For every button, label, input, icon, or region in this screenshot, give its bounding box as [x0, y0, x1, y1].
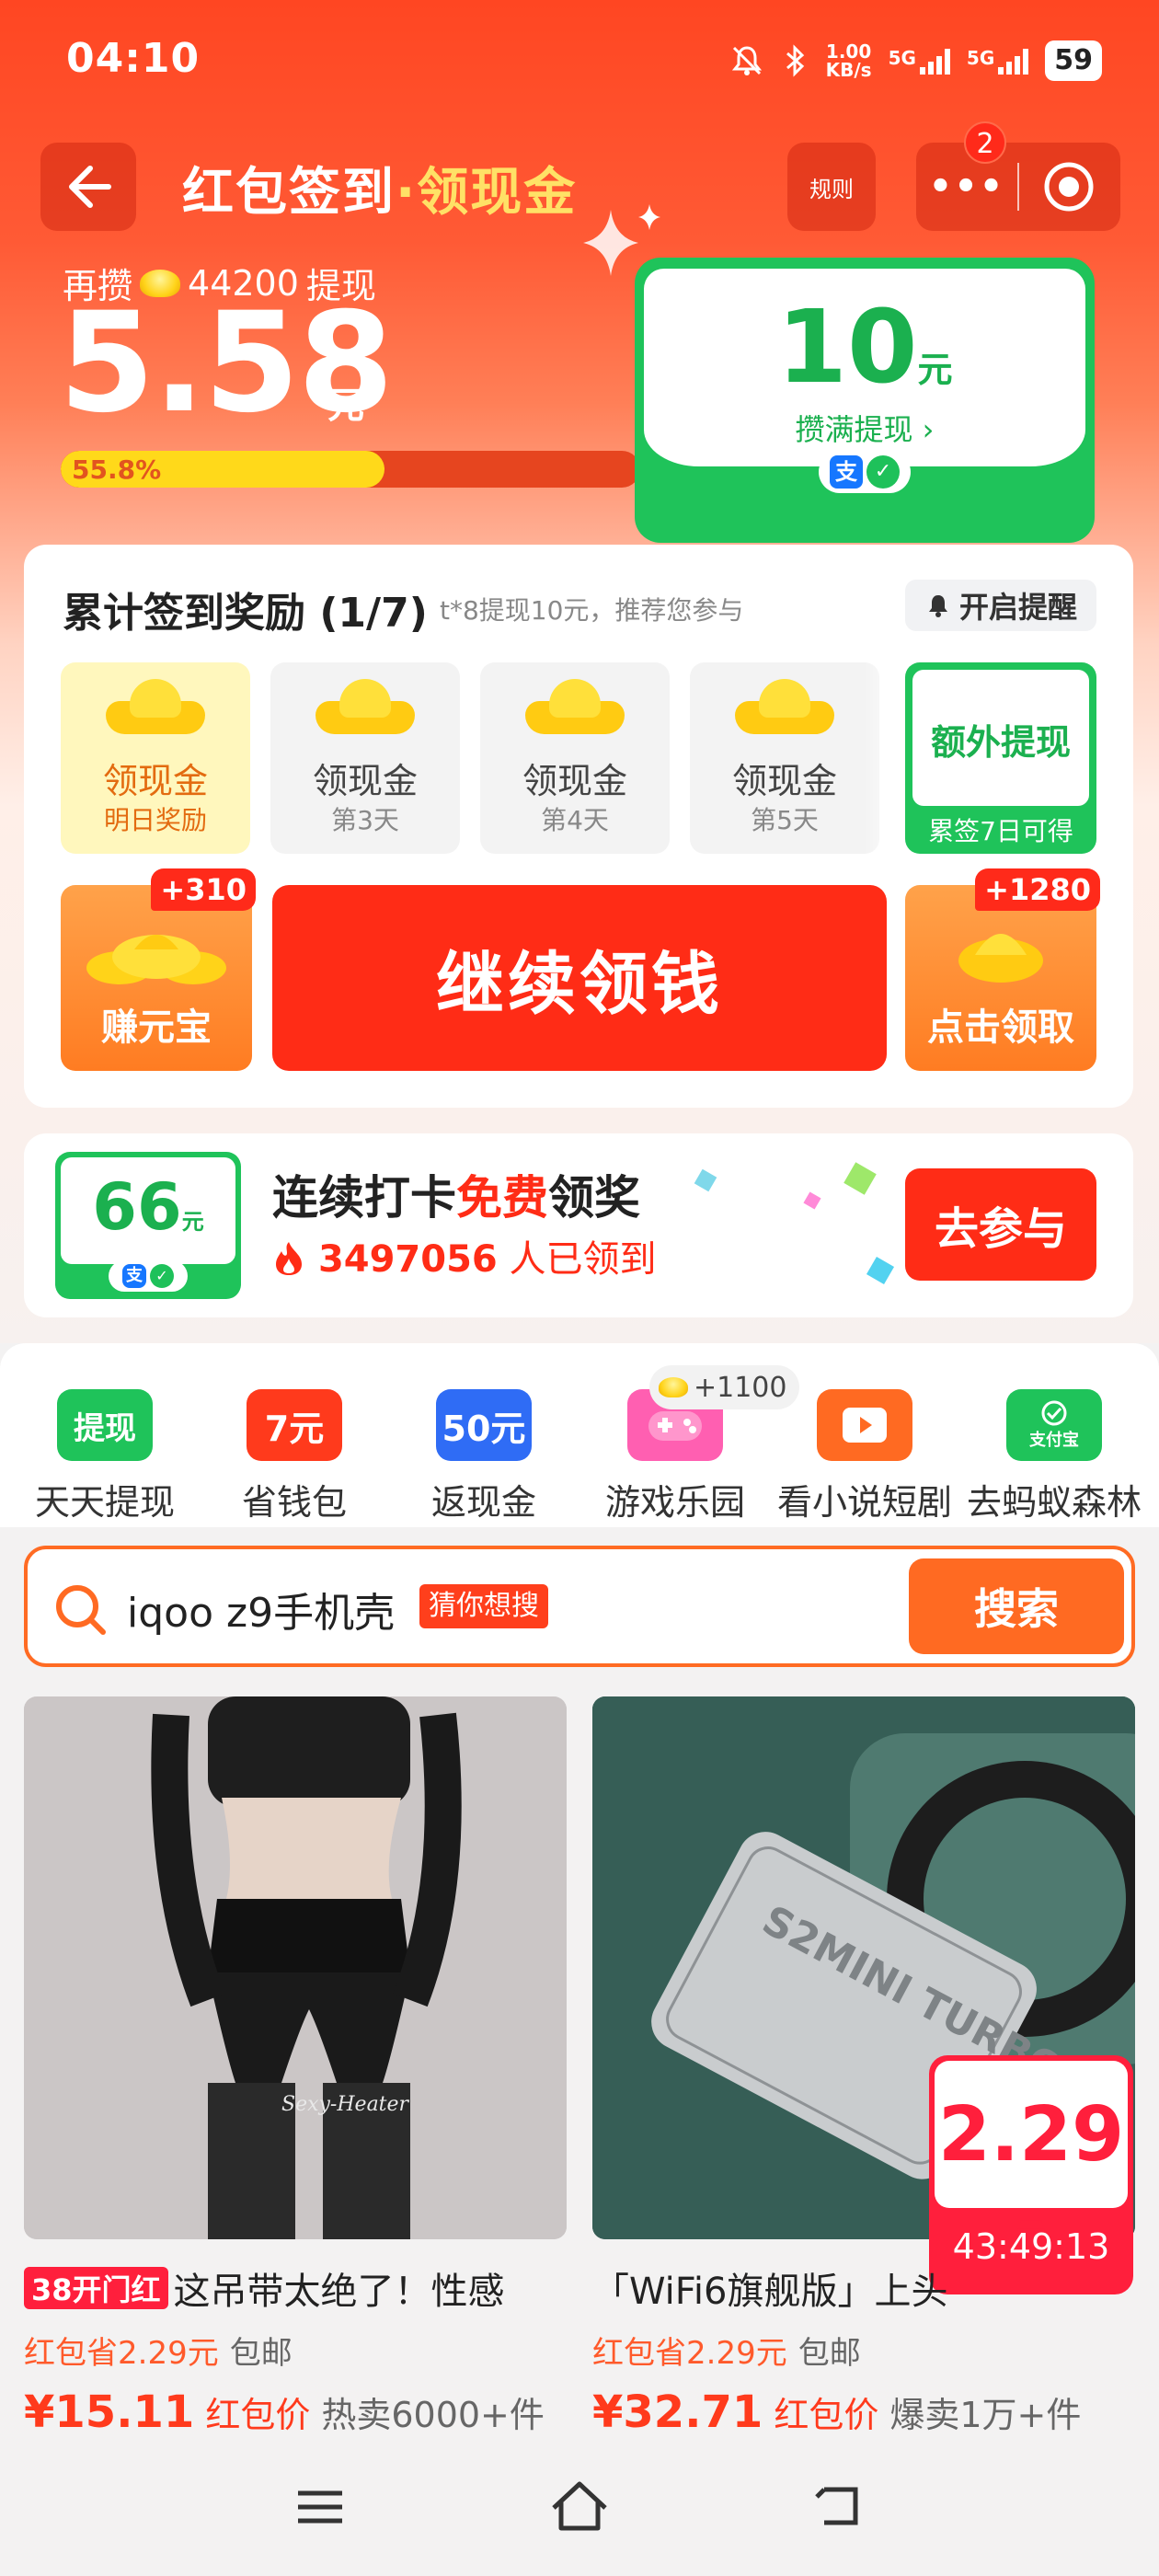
signin-day-tile[interactable]: 领现金 第5天 — [690, 662, 879, 854]
goal-card-inner: 10元 攒满提现 › — [644, 269, 1085, 466]
ticket-amount: 66元 — [92, 1169, 204, 1245]
signin-title: 累计签到奖励 (1/7) — [63, 590, 428, 637]
gold-ingot-icon — [106, 679, 205, 734]
click-claim-button[interactable]: 点击领取 +1280 — [905, 868, 1100, 1071]
wallet-icon: 7元 — [247, 1389, 342, 1461]
play-video-icon — [817, 1389, 912, 1461]
guess-search-tag: 猜你想搜 — [419, 1584, 548, 1628]
search-button[interactable]: 搜索 — [909, 1558, 1124, 1654]
streak-reward-ticket: 66元 支 ✓ — [55, 1152, 241, 1299]
gold-ingot-icon — [659, 1377, 688, 1397]
earn-ingot-button[interactable]: 赚元宝 +310 — [61, 868, 256, 1071]
claim-bonus-badge: +1280 — [975, 868, 1100, 911]
bell-icon — [928, 595, 947, 617]
signin-day-tile[interactable]: 领现金 第3天 — [270, 662, 460, 854]
goal-card[interactable]: 10元 攒满提现 › 支 ✓ — [635, 258, 1095, 543]
rules-button[interactable]: 规则 — [787, 143, 876, 231]
wechat-pay-icon: ✓ — [866, 455, 900, 489]
withdraw-progress-bar: 55.8% — [61, 451, 640, 488]
earn-bonus-badge: +310 — [151, 868, 256, 911]
join-button[interactable]: 去参与 — [905, 1168, 1096, 1281]
extra-withdraw-tile[interactable]: 额外提现 累签7日可得 — [905, 662, 1096, 854]
gold-ingot-icon — [316, 679, 415, 734]
signal-icon-sim1: 5G — [889, 47, 950, 75]
gold-ingot-icon — [958, 934, 1043, 983]
search-icon — [56, 1585, 106, 1635]
shortcut-cashback[interactable]: 50元 返现金 — [392, 1389, 576, 1524]
shortcut-daily-withdraw[interactable]: 提现 天天提现 — [13, 1389, 197, 1524]
battery-indicator: 59 — [1045, 40, 1102, 81]
network-speed: 1.00 KB/s — [825, 40, 872, 81]
gold-ingot-icon — [735, 679, 834, 734]
streak-title: 连续打卡免费领奖 — [272, 1171, 640, 1225]
extra-withdraw-sub: 累签7日可得 — [928, 816, 1073, 846]
streak-participant-count: 3497056 人已领到 — [272, 1229, 656, 1282]
home-icon[interactable] — [546, 2477, 613, 2536]
page-title: 红包签到·领现金 — [182, 163, 578, 223]
svg-text:Sexy-Heater: Sexy-Heater — [281, 2093, 410, 2116]
more-menu-button[interactable]: ••• — [916, 166, 1017, 208]
product-title[interactable]: 「WiFi6旗舰版」上头 — [592, 2261, 1135, 2315]
signal-icon-sim2: 5G — [967, 47, 1029, 75]
back-button[interactable] — [40, 143, 136, 231]
signin-day-tile[interactable]: 领现金 第4天 — [480, 662, 670, 854]
promo-tag: 38开门红 — [24, 2267, 168, 2309]
continue-collect-button[interactable]: 继续领钱 — [272, 885, 887, 1071]
product-savings: 红包省2.29元 包邮 — [592, 2335, 861, 2372]
product-price: ¥32.71 红包价 爆卖1万+件 — [592, 2386, 1082, 2438]
mute-icon — [731, 46, 762, 75]
withdraw-calendar-icon: 提现 — [57, 1389, 153, 1461]
wechat-pay-icon: ✓ — [150, 1264, 174, 1288]
ant-forest-icon: 支付宝 — [1006, 1389, 1102, 1461]
notification-badge: 2 — [964, 121, 1006, 164]
payment-icons: 支 ✓ — [109, 1260, 188, 1292]
enable-reminder-button[interactable]: 开启提醒 — [905, 580, 1096, 631]
cashback-icon: 50元 — [436, 1389, 532, 1461]
back-nav-icon[interactable] — [809, 2480, 865, 2532]
mini-program-capsule: ••• — [916, 143, 1120, 231]
alipay-icon: 支 — [830, 455, 863, 489]
balance-unit: 元 — [327, 385, 364, 427]
status-time: 04:10 — [66, 35, 201, 82]
menu-icon[interactable] — [293, 2484, 348, 2530]
shortcut-novels-dramas[interactable]: 看小说短剧 — [773, 1389, 957, 1524]
product-image[interactable]: Sexy-Heater — [24, 1696, 567, 2239]
target-icon — [1044, 162, 1094, 212]
alipay-icon: 支 — [122, 1264, 146, 1288]
signin-day-tile[interactable]: 领现金 明日奖励 — [61, 662, 250, 854]
bluetooth-icon — [786, 44, 804, 77]
shortcut-ant-forest[interactable]: 支付宝 去蚂蚁森林 — [962, 1389, 1146, 1524]
extra-withdraw-label: 额外提现 — [930, 722, 1071, 763]
product-savings: 红包省2.29元 包邮 — [24, 2335, 293, 2372]
scroll-fade — [865, 662, 905, 854]
back-arrow-icon — [69, 166, 111, 208]
payment-icons: 支 ✓ — [819, 451, 911, 493]
progress-percent: 55.8% — [72, 454, 162, 485]
goal-amount: 10元 — [776, 288, 953, 406]
gold-ingot-pile-icon — [86, 935, 226, 984]
shortcut-savings-wallet[interactable]: 7元 省钱包 — [202, 1389, 386, 1524]
search-input[interactable]: iqoo z9手机壳 — [127, 1580, 395, 1639]
shortcut-game-park[interactable]: 游戏乐园 — [583, 1389, 767, 1524]
status-icons: 1.00 KB/s 5G 5G 59 — [729, 35, 1102, 86]
goal-subtitle: 攒满提现 › — [795, 412, 935, 447]
gold-ingot-icon — [525, 679, 625, 734]
product-photo-lingerie: Sexy-Heater — [24, 1696, 567, 2239]
countdown-price-badge: 2.29元 43:49:13 — [929, 2055, 1133, 2294]
product-price: ¥15.11 红包价 热卖6000+件 — [24, 2386, 545, 2438]
fire-icon — [276, 1242, 302, 1275]
signin-subtitle: t*8提现10元，推荐您参与 — [440, 595, 744, 626]
close-mini-program-button[interactable] — [1019, 159, 1119, 214]
product-title[interactable]: 38开门红 这吊带太绝了！性感 — [24, 2261, 567, 2315]
